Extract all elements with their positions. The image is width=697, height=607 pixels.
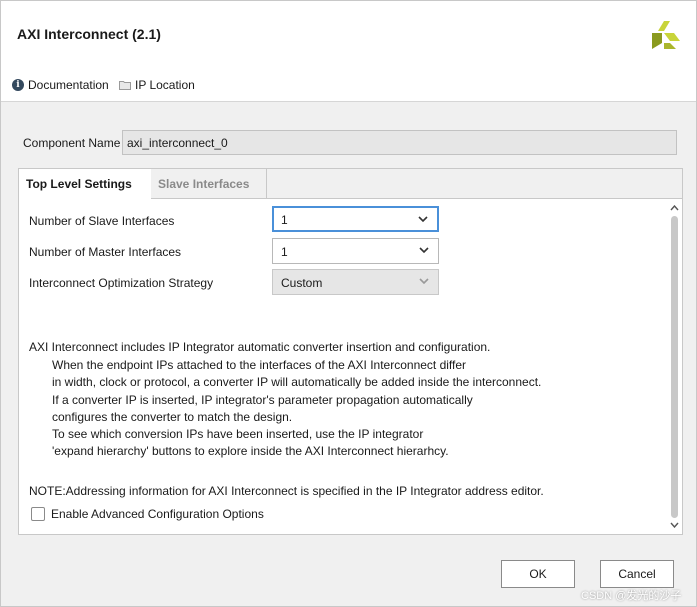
header-divider (1, 101, 696, 102)
master-interfaces-select[interactable]: 1 (272, 238, 439, 264)
cancel-button[interactable]: Cancel (600, 560, 674, 588)
vertical-scrollbar[interactable] (667, 200, 682, 534)
description-line: configures the converter to match the de… (52, 409, 293, 424)
optimization-strategy-value: Custom (281, 276, 323, 290)
description-line: in width, clock or protocol, a converter… (52, 375, 542, 390)
chevron-down-icon (419, 247, 429, 254)
link-toolbar: i Documentation IP Location (1, 67, 696, 101)
master-interfaces-label: Number of Master Interfaces (29, 245, 182, 259)
chevron-down-icon (418, 216, 428, 223)
slave-interfaces-label: Number of Slave Interfaces (29, 214, 175, 228)
advanced-options-toggle[interactable]: Enable Advanced Configuration Options (31, 507, 264, 521)
slave-interfaces-value: 1 (281, 213, 288, 227)
dialog-title: AXI Interconnect (2.1) (17, 26, 161, 42)
optimization-strategy-label: Interconnect Optimization Strategy (29, 276, 214, 290)
description-line: If a converter IP is inserted, IP integr… (52, 392, 473, 407)
tab-slave-interfaces[interactable]: Slave Interfaces (151, 169, 267, 199)
dialog-header: AXI Interconnect (2.1) (1, 1, 696, 67)
description-heading: AXI Interconnect includes IP Integrator … (29, 340, 491, 354)
optimization-strategy-select[interactable]: Custom (272, 269, 439, 295)
component-name-label: Component Name (23, 136, 121, 150)
description-body: When the endpoint IPs attached to the in… (52, 357, 541, 461)
settings-tab-panel: Top Level Settings Slave Interfaces Numb… (18, 168, 683, 535)
xilinx-logo-icon (652, 21, 680, 49)
address-note: NOTE:Addressing information for AXI Inte… (29, 484, 544, 498)
description-line: To see which conversion IPs have been in… (52, 427, 424, 442)
description-line: When the endpoint IPs attached to the in… (52, 358, 467, 372)
chevron-down-icon[interactable] (670, 522, 679, 528)
tab-top-level-settings[interactable]: Top Level Settings (19, 169, 151, 200)
info-icon: i (12, 79, 24, 91)
advanced-options-checkbox[interactable] (31, 507, 45, 521)
master-interfaces-value: 1 (281, 245, 288, 259)
tab-strip: Top Level Settings Slave Interfaces (19, 169, 682, 200)
advanced-options-label: Enable Advanced Configuration Options (51, 507, 264, 521)
folder-icon (119, 81, 131, 90)
scrollbar-thumb[interactable] (671, 216, 678, 518)
ok-button[interactable]: OK (501, 560, 575, 588)
description-line: 'expand hierarchy' buttons to explore in… (52, 444, 449, 459)
component-name-field[interactable]: axi_interconnect_0 (122, 130, 677, 155)
documentation-label: Documentation (28, 78, 109, 92)
documentation-link[interactable]: i Documentation (12, 78, 109, 92)
top-level-settings-content: Number of Slave Interfaces 1 Number of M… (19, 200, 667, 534)
chevron-down-icon (419, 278, 429, 285)
watermark: CSDN @发光的沙子 (581, 590, 682, 602)
ip-location-label: IP Location (135, 78, 195, 92)
ip-location-link[interactable]: IP Location (119, 78, 195, 92)
chevron-up-icon[interactable] (670, 205, 679, 211)
slave-interfaces-select[interactable]: 1 (272, 206, 439, 232)
ip-customization-dialog: AXI Interconnect (2.1) i Documentation I… (0, 0, 697, 607)
